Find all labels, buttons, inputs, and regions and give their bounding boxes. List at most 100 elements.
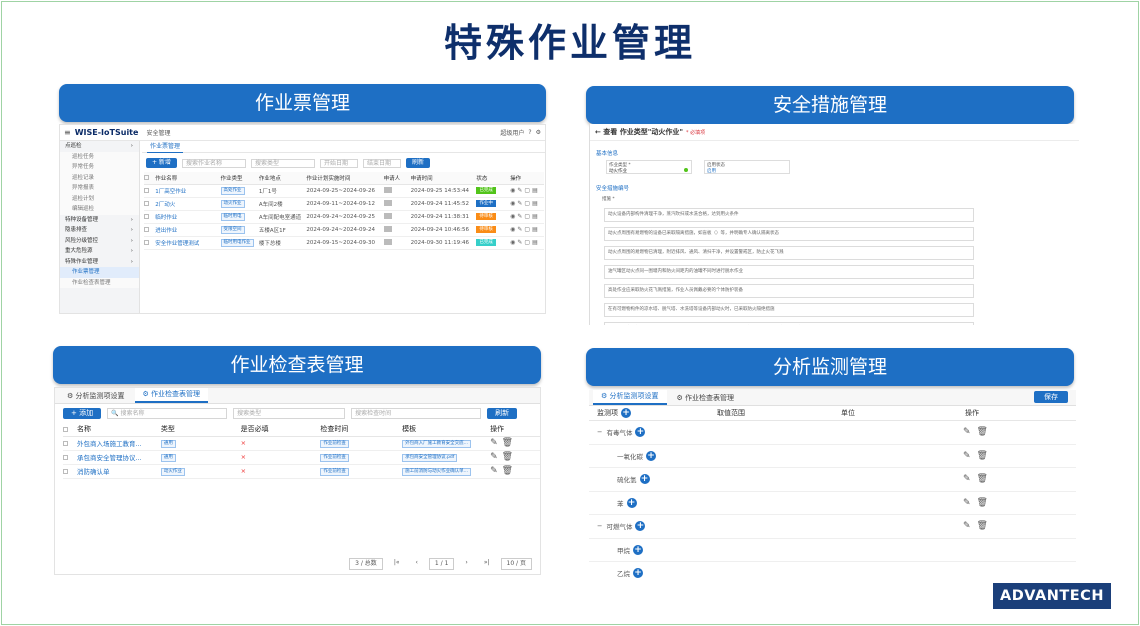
column-header[interactable]: 状态	[476, 172, 511, 185]
pager-last[interactable]: »|	[479, 558, 495, 570]
trash-icon[interactable]: 🗑	[502, 452, 513, 462]
settings-icon[interactable]: ⚙	[536, 129, 541, 136]
column-header[interactable]: 作业计划实施时间	[306, 172, 384, 185]
sidebar-item[interactable]: 特种设备管理 ›	[60, 215, 139, 226]
template-cell[interactable]: 承包商安全管理协议.pdf	[402, 450, 491, 465]
work-name-link[interactable]: 2厂动火	[155, 197, 221, 211]
row-checkbox[interactable]	[144, 197, 156, 211]
column-header[interactable]: 类型	[160, 423, 241, 437]
pager-prev[interactable]: ‹	[411, 558, 423, 570]
checklist-name-link[interactable]: 承包商安全管理协议...	[76, 450, 161, 465]
edit-icon[interactable]: ✎	[517, 187, 522, 194]
enable-status-field[interactable]: 启用状态 启用	[704, 160, 790, 174]
monitor-row[interactable]: 甲烷 +	[589, 539, 1076, 562]
add-child-icon[interactable]: +	[626, 497, 637, 508]
add-child-icon[interactable]: +	[633, 568, 643, 578]
trash-icon[interactable]: 🗑	[977, 521, 988, 531]
start-date-input[interactable]: 开始日期	[319, 158, 358, 168]
search-input[interactable]: 搜索作业名称	[181, 158, 246, 168]
table-row[interactable]: 2厂动火 动火作业 A车间2楼 2024-09-11~2024-09-12 2024-0…	[144, 197, 544, 211]
pager-next[interactable]: ›	[460, 558, 472, 570]
table-row[interactable]: 承包商安全管理协议... 通用 × 作业前检查 承包商安全管理协议.pdf ✎ 🗑	[63, 450, 540, 465]
edit-icon[interactable]: ✎	[963, 521, 971, 531]
measure-textarea[interactable]: 油气罐区动火点同一围堰内和防火间距内的油罐不同时进行脱水作业	[604, 265, 974, 279]
copy-icon[interactable]: ▤	[532, 200, 538, 207]
measure-textarea[interactable]: 动火设备内部构件清理干净，蒸汽吹扫或水洗合格，达到用火条件	[604, 208, 974, 222]
sidebar-item[interactable]: 巡检记录	[60, 172, 139, 183]
sidebar-item[interactable]: 异常报表	[60, 183, 139, 194]
measure-textarea[interactable]: 动火点周围的易燃物已清理，附近排风、通风、清扫干净，并设置警戒区，防止火花飞溅	[604, 246, 974, 260]
column-header[interactable]: 作业名称	[155, 172, 221, 185]
copy-icon[interactable]: ▤	[532, 213, 538, 220]
trash-icon[interactable]: 🗑	[977, 451, 988, 461]
copy-icon[interactable]: ▤	[532, 239, 538, 246]
search-input[interactable]: 🔍 搜索名称	[107, 408, 228, 419]
time-select[interactable]: 搜索检查时间	[351, 408, 482, 419]
measure-textarea[interactable]: 高处作业应采取防火花飞溅措施，作业人员佩戴必要的个体防护装备	[604, 284, 974, 298]
template-cell[interactable]: 施工前消防与动火作业确认单...	[402, 464, 491, 479]
delete-icon[interactable]: ▢	[524, 213, 530, 220]
tab-checklist[interactable]: ⚙ 作业检查表管理	[669, 391, 743, 405]
work-name-link[interactable]: 1厂高空作业	[155, 184, 221, 198]
add-child-icon[interactable]: +	[635, 521, 646, 532]
select-all[interactable]	[63, 423, 77, 437]
work-type-field[interactable]: 作业类型 * 动火作业	[606, 160, 692, 174]
trash-icon[interactable]: 🗑	[977, 474, 988, 484]
trash-icon[interactable]: 🗑	[502, 466, 513, 476]
save-button[interactable]: 保存	[1034, 391, 1068, 403]
column-header[interactable]: 操作	[490, 423, 540, 437]
sidebar-item[interactable]: 重大危险源 ›	[60, 246, 139, 257]
monitor-row[interactable]: − 可燃气体 + ✎ 🗑	[589, 515, 1076, 539]
tab-monitor-settings[interactable]: ⚙ 分析监测项设置	[593, 390, 667, 405]
add-button[interactable]: + 添加	[63, 408, 102, 419]
pager-first[interactable]: |«	[389, 558, 405, 570]
sidebar-item[interactable]: 异常任务	[60, 162, 139, 173]
column-header[interactable]: 申请人	[383, 172, 411, 185]
sidebar-item[interactable]: 巡检计划	[60, 193, 139, 204]
add-child-icon[interactable]: +	[635, 427, 646, 438]
select-all[interactable]	[144, 172, 156, 185]
sidebar-item[interactable]: 隐患排查 ›	[60, 225, 139, 236]
view-icon[interactable]: ◉	[510, 187, 515, 194]
monitor-row[interactable]: − 有毒气体 + ✎ 🗑	[589, 421, 1076, 445]
back-title[interactable]: ← 查看 作业类型"动火作业"	[595, 127, 683, 137]
help-icon[interactable]: ?	[528, 129, 531, 136]
row-checkbox[interactable]	[63, 436, 77, 451]
delete-icon[interactable]: ▢	[524, 200, 530, 207]
view-icon[interactable]: ◉	[510, 239, 515, 246]
add-button[interactable]: + 新增	[146, 158, 177, 168]
edit-icon[interactable]: ✎	[490, 438, 498, 448]
trash-icon[interactable]: 🗑	[977, 498, 988, 508]
column-header[interactable]: 申请时间	[410, 172, 477, 185]
row-checkbox[interactable]	[144, 236, 156, 250]
edit-icon[interactable]: ✎	[963, 498, 971, 508]
tab-checklist[interactable]: ⚙ 作业检查表管理	[134, 388, 209, 403]
edit-icon[interactable]: ✎	[963, 451, 971, 461]
sidebar-item[interactable]: 巡检任务	[60, 151, 139, 162]
refresh-button[interactable]: 刷新	[487, 408, 518, 419]
measure-textarea[interactable]: 动火点周围有易燃物的设备已采取隔离措施，如盲板（）等，并明确专人确认隔离状态	[604, 227, 974, 241]
tab-ticket[interactable]: 作业票管理	[147, 141, 184, 153]
pager-size[interactable]: 10 / 页	[500, 558, 532, 570]
type-select[interactable]: 搜索类型	[250, 158, 315, 168]
edit-icon[interactable]: ✎	[963, 474, 971, 484]
column-header[interactable]: 模板	[402, 423, 491, 437]
measure-textarea[interactable]: 在有可燃物构件的凉水塔、脱气塔、水洗塔等设备内部动火时，已采取防火隔绝措施	[604, 303, 974, 317]
row-checkbox[interactable]	[144, 210, 156, 224]
add-child-icon[interactable]: +	[646, 450, 656, 461]
end-date-input[interactable]: 结束日期	[362, 158, 401, 168]
tab-monitor-settings[interactable]: ⚙ 分析监测项设置	[59, 389, 133, 403]
trash-icon[interactable]: 🗑	[977, 427, 988, 437]
edit-icon[interactable]: ✎	[517, 213, 522, 220]
monitor-row[interactable]: 苯 + ✎ 🗑	[589, 492, 1076, 515]
column-header[interactable]: 操作	[510, 172, 544, 185]
checklist-name-link[interactable]: 外包商入场施工教育...	[76, 436, 161, 451]
sidebar-item[interactable]: 编辑巡检	[60, 204, 139, 215]
row-checkbox[interactable]	[144, 223, 156, 237]
table-row[interactable]: 安全作业管理测试 临时用电作业 楼下总楼 2024-09-15~2024-09-30 2…	[144, 236, 544, 250]
hamburger-icon[interactable]: ≡	[64, 128, 71, 137]
monitor-row[interactable]: 硫化氢 + ✎ 🗑	[589, 468, 1076, 492]
sidebar-item[interactable]: 作业检查表管理	[60, 277, 139, 288]
edit-icon[interactable]: ✎	[517, 239, 522, 246]
column-header[interactable]: 是否必填	[240, 423, 321, 437]
